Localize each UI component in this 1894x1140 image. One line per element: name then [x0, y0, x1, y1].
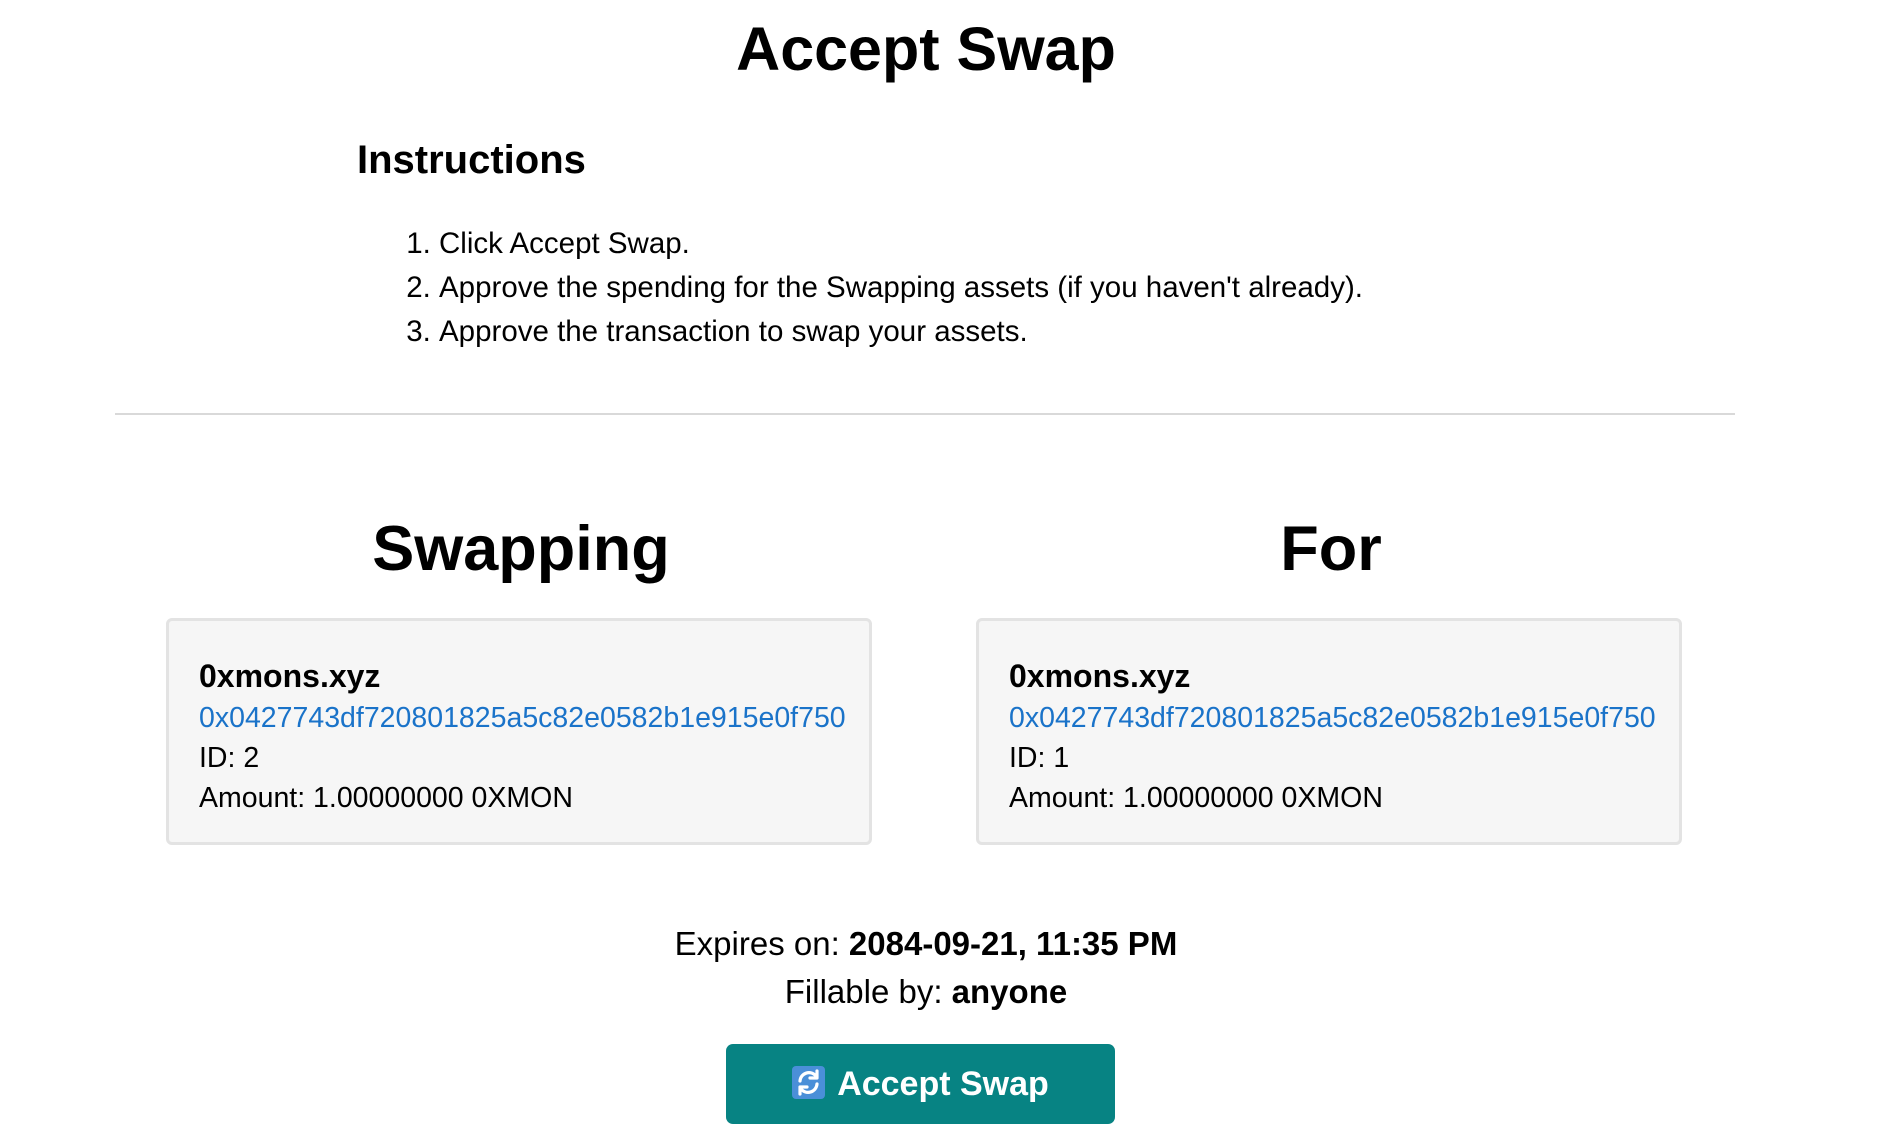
instruction-step: Approve the spending for the Swapping as…: [439, 266, 1363, 310]
for-heading: For: [1280, 514, 1382, 584]
asset-name: 0xmons.xyz: [199, 658, 381, 694]
instructions-heading: Instructions: [357, 138, 586, 182]
fillable-value: anyone: [951, 973, 1068, 1010]
fillable-by: Fillable by: anyone: [0, 968, 1852, 1016]
expires-label: Expires on:: [674, 925, 849, 962]
accept-swap-button[interactable]: Accept Swap: [726, 1044, 1115, 1124]
expires-on: Expires on: 2084-09-21, 11:35 PM: [0, 920, 1852, 968]
swapping-asset-card: 0xmons.xyz 0x0427743df720801825a5c82e058…: [166, 618, 872, 845]
swapping-heading: Swapping: [372, 514, 670, 584]
asset-amount: Amount: 1.00000000 0XMON: [1009, 782, 1383, 814]
for-asset-card: 0xmons.xyz 0x0427743df720801825a5c82e058…: [976, 618, 1682, 845]
expires-value: 2084-09-21, 11:35 PM: [848, 925, 1178, 962]
asset-contract-link[interactable]: 0x0427743df720801825a5c82e0582b1e915e0f7…: [199, 698, 869, 738]
instruction-step: Approve the transaction to swap your ass…: [439, 310, 1363, 354]
page-title: Accept Swap: [736, 15, 1116, 83]
asset-id: ID: 1: [1009, 742, 1070, 774]
asset-amount: Amount: 1.00000000 0XMON: [199, 782, 573, 814]
section-divider: [115, 413, 1735, 415]
instruction-step: Click Accept Swap.: [439, 222, 1363, 266]
page: Accept Swap Instructions Click Accept Sw…: [0, 0, 1894, 1140]
asset-name: 0xmons.xyz: [1009, 658, 1191, 694]
fillable-label: Fillable by:: [784, 973, 952, 1010]
accept-swap-label: Accept Swap: [837, 1064, 1049, 1103]
asset-id: ID: 2: [199, 742, 260, 774]
instructions-list: Click Accept Swap. Approve the spending …: [357, 222, 1363, 354]
asset-contract-link[interactable]: 0x0427743df720801825a5c82e0582b1e915e0f7…: [1009, 698, 1679, 738]
swap-arrows-icon: [792, 1065, 826, 1099]
